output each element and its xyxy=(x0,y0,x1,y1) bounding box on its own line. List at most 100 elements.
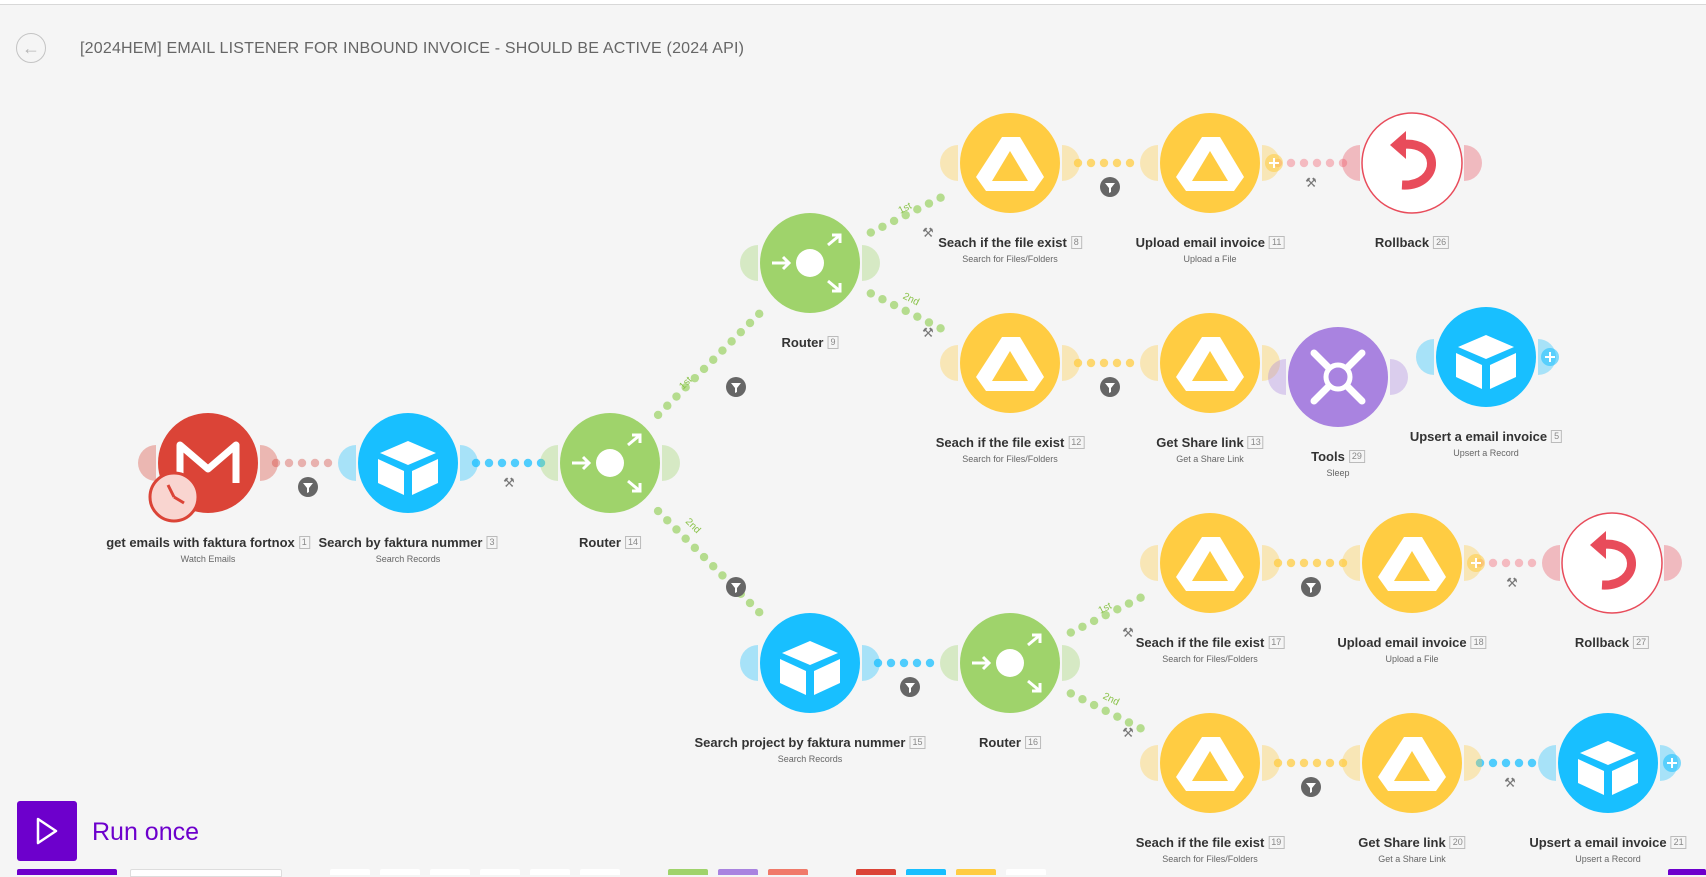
module-circle[interactable] xyxy=(1561,512,1663,614)
toolbar-tab[interactable] xyxy=(906,869,946,875)
module-d11[interactable] xyxy=(1140,113,1280,213)
module-r9[interactable] xyxy=(740,213,880,313)
module-connector[interactable] xyxy=(338,445,356,481)
toolbar-tab[interactable] xyxy=(380,869,420,875)
wrench-icon[interactable]: ⚒ xyxy=(922,326,934,341)
module-connector[interactable] xyxy=(138,445,156,481)
module-connector[interactable] xyxy=(940,145,958,181)
module-connector[interactable] xyxy=(1416,339,1434,375)
module-connector[interactable] xyxy=(1538,745,1556,781)
module-connector[interactable] xyxy=(1062,345,1080,381)
filter-icon[interactable] xyxy=(1301,777,1321,797)
connection-r16-d19[interactable]: ⚒ 2nd xyxy=(1066,689,1145,741)
toolbar-tab[interactable] xyxy=(856,869,896,875)
toolbar-tab[interactable] xyxy=(480,869,520,875)
connection-r14-r9[interactable]: 1st xyxy=(653,309,764,420)
toolbar-tab[interactable] xyxy=(956,869,996,875)
module-connector[interactable] xyxy=(260,445,278,481)
connection-r9-d8[interactable]: ⚒ 1st xyxy=(866,193,945,241)
wrench-icon[interactable]: ⚒ xyxy=(503,476,515,491)
wrench-icon[interactable]: ⚒ xyxy=(1305,176,1317,191)
wrench-icon[interactable]: ⚒ xyxy=(1122,726,1134,741)
module-connector[interactable] xyxy=(1390,359,1408,395)
module-gmail[interactable] xyxy=(138,413,278,523)
module-connector[interactable] xyxy=(1464,145,1482,181)
module-connector[interactable] xyxy=(1140,545,1158,581)
wrench-icon[interactable]: ⚒ xyxy=(1506,576,1518,591)
module-rb26[interactable] xyxy=(1342,112,1482,214)
module-connector[interactable] xyxy=(1262,745,1280,781)
module-connector[interactable] xyxy=(1140,145,1158,181)
connection-d17-d18[interactable] xyxy=(1273,558,1348,597)
filter-icon[interactable] xyxy=(1100,177,1120,197)
connection-gmail-at3[interactable] xyxy=(271,458,333,497)
wrench-icon[interactable]: ⚒ xyxy=(922,226,934,241)
toolbar-tab[interactable] xyxy=(1006,869,1046,875)
connection-d12-d13[interactable] xyxy=(1073,358,1135,397)
connection-r16-d17[interactable]: ⚒ 1st xyxy=(1066,593,1145,641)
connection-at15-r16[interactable] xyxy=(873,658,935,697)
connection-d20-at21[interactable]: ⚒ xyxy=(1475,758,1537,791)
module-connector[interactable] xyxy=(1342,145,1360,181)
add-module-icon[interactable] xyxy=(1265,154,1283,172)
toolbar-tab[interactable] xyxy=(1668,869,1706,875)
module-d20[interactable] xyxy=(1342,713,1482,813)
module-connector[interactable] xyxy=(460,445,478,481)
filter-icon[interactable] xyxy=(726,377,746,397)
module-connector[interactable] xyxy=(1262,545,1280,581)
wrench-icon[interactable]: ⚒ xyxy=(1504,776,1516,791)
filter-icon[interactable] xyxy=(726,577,746,597)
connection-r14-at15[interactable]: 2nd xyxy=(653,506,764,617)
module-connector[interactable] xyxy=(862,645,880,681)
module-d17[interactable] xyxy=(1140,513,1280,613)
toolbar-tab[interactable] xyxy=(130,869,282,877)
module-connector[interactable] xyxy=(740,245,758,281)
module-d12[interactable] xyxy=(940,313,1080,413)
module-connector[interactable] xyxy=(740,645,758,681)
toolbar-tab[interactable] xyxy=(330,869,370,875)
module-connector[interactable] xyxy=(940,345,958,381)
toolbar-tab[interactable] xyxy=(668,869,708,875)
module-d18[interactable] xyxy=(1342,513,1482,613)
module-connector[interactable] xyxy=(1542,545,1560,581)
module-at21[interactable] xyxy=(1538,713,1678,813)
module-at15[interactable] xyxy=(740,613,880,713)
module-connector[interactable] xyxy=(862,245,880,281)
module-d8[interactable] xyxy=(940,113,1080,213)
module-connector[interactable] xyxy=(1664,545,1682,581)
connection-r9-d12[interactable]: ⚒ 2nd xyxy=(866,289,945,341)
module-rb27[interactable] xyxy=(1542,512,1682,614)
toolbar-tab[interactable] xyxy=(17,869,117,875)
module-at5[interactable] xyxy=(1416,307,1556,407)
run-once-button[interactable] xyxy=(17,801,77,861)
filter-icon[interactable] xyxy=(1100,377,1120,397)
connection-d19-d20[interactable] xyxy=(1273,758,1348,797)
module-connector[interactable] xyxy=(1062,145,1080,181)
connection-d8-d11[interactable] xyxy=(1073,158,1135,197)
module-t29[interactable] xyxy=(1268,327,1408,427)
toolbar-tab[interactable] xyxy=(718,869,758,875)
module-connector[interactable] xyxy=(1464,745,1482,781)
filter-icon[interactable] xyxy=(900,677,920,697)
module-r14[interactable] xyxy=(540,413,680,513)
module-connector[interactable] xyxy=(1062,645,1080,681)
add-module-icon[interactable] xyxy=(1663,754,1681,772)
module-r16[interactable] xyxy=(940,613,1080,713)
module-connector[interactable] xyxy=(1140,345,1158,381)
module-d19[interactable] xyxy=(1140,713,1280,813)
toolbar-tab[interactable] xyxy=(430,869,470,875)
module-circle[interactable] xyxy=(1361,112,1463,214)
filter-icon[interactable] xyxy=(298,477,318,497)
wrench-icon[interactable]: ⚒ xyxy=(1122,626,1134,641)
add-module-icon[interactable] xyxy=(1467,554,1485,572)
module-d13[interactable] xyxy=(1140,313,1280,413)
add-module-icon[interactable] xyxy=(1541,348,1559,366)
module-connector[interactable] xyxy=(940,645,958,681)
module-at3[interactable] xyxy=(338,413,478,513)
connection-d11-rb26[interactable]: ⚒ xyxy=(1273,158,1348,191)
toolbar-tab[interactable] xyxy=(530,869,570,875)
module-connector[interactable] xyxy=(1342,745,1360,781)
toolbar-tab[interactable] xyxy=(768,869,808,875)
module-connector[interactable] xyxy=(540,445,558,481)
filter-icon[interactable] xyxy=(1301,577,1321,597)
